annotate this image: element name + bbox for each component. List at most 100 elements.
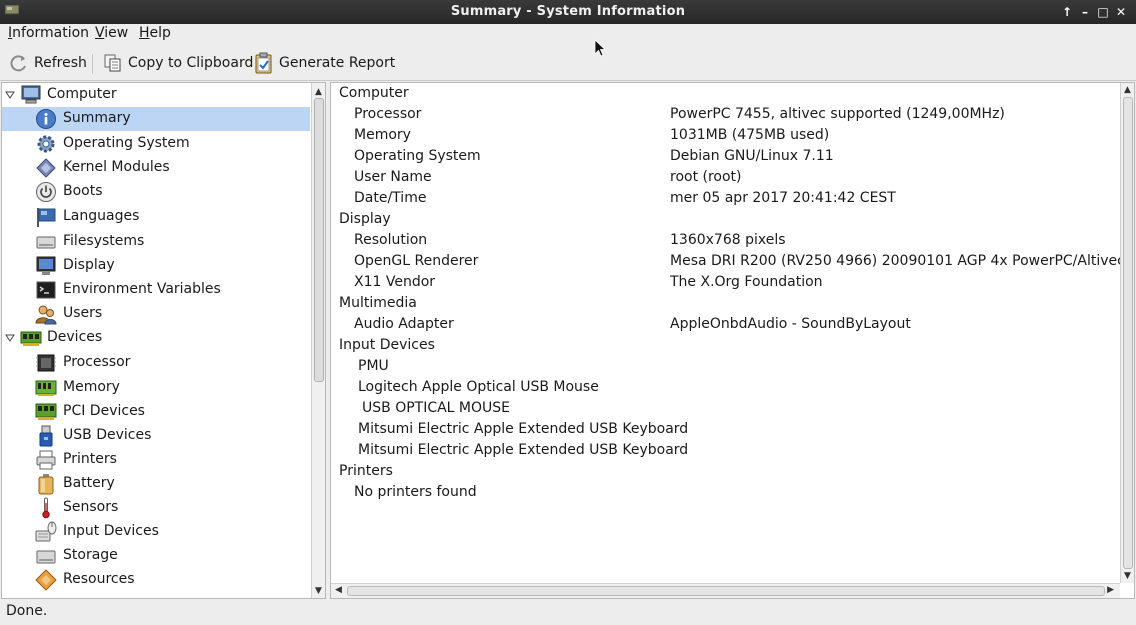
minimize-button[interactable]: – xyxy=(1077,4,1093,20)
input-devices-icon xyxy=(35,521,57,542)
input-device-name: USB OPTICAL MOUSE xyxy=(362,400,511,416)
tree-item-filesystems[interactable]: Filesystems xyxy=(2,230,310,254)
window-title: Summary - System Information xyxy=(450,4,686,19)
tree-item-battery[interactable]: Battery xyxy=(2,472,310,496)
list-item: PMU xyxy=(331,357,1121,378)
mouse-cursor-icon xyxy=(594,39,606,57)
tree-vertical-scrollbar[interactable]: ▲ ▼ xyxy=(311,83,325,598)
printer-icon xyxy=(36,450,56,470)
detail-row: Date/Time mer 05 apr 2017 20:41:42 CEST xyxy=(331,189,1121,210)
maximize-button[interactable]: □ xyxy=(1095,4,1111,20)
tree-item-processor[interactable]: Processor xyxy=(2,351,310,375)
detail-value: AppleOnbdAudio - SoundByLayout xyxy=(670,316,911,332)
storage-icon xyxy=(36,550,56,564)
details-pane: Computer Processor PowerPC 7455, altivec … xyxy=(330,82,1135,599)
detail-key: Date/Time xyxy=(354,190,427,206)
refresh-label: Refresh xyxy=(34,55,87,71)
menu-information[interactable]: Information xyxy=(8,25,89,41)
tree-item-users[interactable]: Users xyxy=(2,302,310,326)
close-button[interactable]: ✕ xyxy=(1113,4,1129,20)
scroll-down-icon[interactable]: ▼ xyxy=(315,586,322,596)
details-vertical-scrollbar[interactable]: ▲ ▼ xyxy=(1120,83,1134,583)
menu-information-rest: nformation xyxy=(12,25,90,41)
tree-item-memory[interactable]: Memory xyxy=(2,376,310,400)
scroll-left-icon[interactable]: ◀ xyxy=(335,585,342,595)
tree-item-operating-system[interactable]: Operating System xyxy=(2,132,310,156)
expander-down-icon[interactable] xyxy=(5,333,15,343)
scrollbar-thumb[interactable] xyxy=(314,98,324,382)
tree-item-kernel-modules[interactable]: Kernel Modules xyxy=(2,156,310,180)
toolbar: Refresh Copy to Clipboard Generate Repor… xyxy=(0,45,1136,81)
detail-row: Memory 1031MB (475MB used) xyxy=(331,126,1121,147)
tree-item-usb-devices[interactable]: USB Devices xyxy=(2,424,310,448)
detail-key: No printers found xyxy=(354,484,477,500)
report-icon xyxy=(255,52,272,74)
thermometer-icon xyxy=(42,497,50,519)
tree-label: Operating System xyxy=(63,135,190,151)
menu-view[interactable]: View xyxy=(95,25,128,41)
tree-item-boots[interactable]: Boots xyxy=(2,180,310,204)
tree-item-sensors[interactable]: Sensors xyxy=(2,496,310,520)
tree-label: Resources xyxy=(63,571,135,587)
scroll-down-icon[interactable]: ▼ xyxy=(1124,571,1131,581)
detail-key: OpenGL Renderer xyxy=(354,253,479,269)
detail-row: No printers found xyxy=(331,483,1121,504)
tree-item-pci-devices[interactable]: PCI Devices xyxy=(2,400,310,424)
expander-down-icon[interactable] xyxy=(5,90,15,100)
list-item: Mitsumi Electric Apple Extended USB Keyb… xyxy=(331,420,1121,441)
status-text: Done. xyxy=(6,603,48,619)
tree-label: Kernel Modules xyxy=(63,159,170,175)
tree-item-languages[interactable]: Languages xyxy=(2,205,310,229)
devices-icon xyxy=(20,331,42,346)
tree-label: Storage xyxy=(63,547,118,563)
menu-help-mnemonic: H xyxy=(139,25,150,41)
tree-label: USB Devices xyxy=(63,427,152,443)
tree-label: Users xyxy=(63,305,103,321)
power-icon xyxy=(36,182,56,202)
menu-help[interactable]: Help xyxy=(139,25,171,41)
tree-item-printers[interactable]: Printers xyxy=(2,448,310,472)
detail-key: Memory xyxy=(354,127,411,143)
pci-icon xyxy=(35,403,57,420)
scroll-up-icon[interactable]: ▲ xyxy=(315,87,322,97)
tree-item-input-devices[interactable]: Input Devices xyxy=(2,520,310,544)
tree-item-storage[interactable]: Storage xyxy=(2,544,310,568)
tree-label: Devices xyxy=(47,329,103,345)
section-heading: Input Devices xyxy=(331,336,1121,357)
refresh-button[interactable]: Refresh xyxy=(9,51,87,75)
detail-value: Mesa DRI R200 (RV250 4966) 20090101 AGP … xyxy=(670,253,1135,269)
tree-label: Memory xyxy=(63,379,120,395)
detail-key: Resolution xyxy=(354,232,428,248)
scroll-right-icon[interactable]: ▶ xyxy=(1107,585,1114,595)
copy-to-clipboard-button[interactable]: Copy to Clipboard xyxy=(103,51,253,75)
tree-pane[interactable]: Computer Summary Operating System Kernel… xyxy=(1,82,326,599)
tree-item-display[interactable]: Display xyxy=(2,254,310,278)
tree-item-summary[interactable]: Summary xyxy=(2,107,310,131)
details-horizontal-scrollbar[interactable]: ◀ ▶ xyxy=(331,583,1120,598)
menu-view-mnemonic: V xyxy=(95,25,105,41)
keep-above-button[interactable]: ↑ xyxy=(1059,4,1075,20)
cpu-icon xyxy=(36,354,56,372)
copy-icon xyxy=(104,54,121,72)
status-bar: Done. xyxy=(0,600,1136,625)
tree-group-computer[interactable]: Computer xyxy=(2,83,310,107)
battery-icon xyxy=(38,474,54,495)
scrollbar-thumb[interactable] xyxy=(1123,97,1133,569)
tree-label: Printers xyxy=(63,451,117,467)
detail-row: User Name root (root) xyxy=(331,168,1121,189)
detail-row: X11 Vendor The X.Org Foundation xyxy=(331,273,1121,294)
tree-label: Battery xyxy=(63,475,115,491)
tree-item-resources[interactable]: Resources xyxy=(2,568,310,592)
section-heading-label: Multimedia xyxy=(339,295,417,311)
tree-group-devices[interactable]: Devices xyxy=(2,326,310,350)
input-device-name: Logitech Apple Optical USB Mouse xyxy=(358,379,599,395)
detail-value: 1360x768 pixels xyxy=(670,232,786,248)
tree-label: Filesystems xyxy=(63,233,145,249)
memory-icon xyxy=(35,380,57,396)
section-heading: Printers xyxy=(331,462,1121,483)
detail-key: Operating System xyxy=(354,148,481,164)
tree-item-environment-variables[interactable]: Environment Variables xyxy=(2,278,310,302)
generate-report-button[interactable]: Generate Report xyxy=(254,51,395,75)
scroll-up-icon[interactable]: ▲ xyxy=(1124,85,1131,95)
scrollbar-thumb[interactable] xyxy=(347,586,1105,596)
